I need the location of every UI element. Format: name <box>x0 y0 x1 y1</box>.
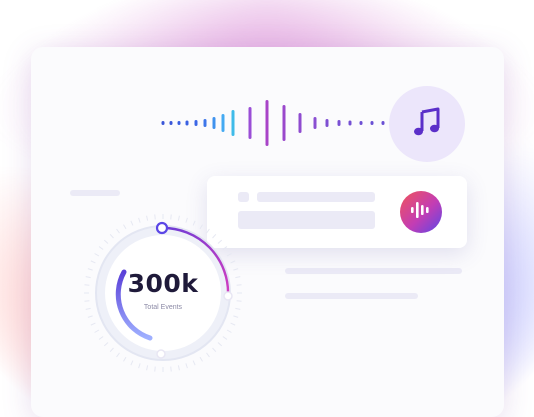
waveform-bar <box>298 113 302 133</box>
placeholder-line-long <box>285 268 462 274</box>
placeholder-line-short <box>70 190 120 196</box>
waveform-bar <box>185 120 189 126</box>
waveform-bar <box>194 120 198 126</box>
event-card-title-line <box>257 192 375 202</box>
waveform-bar <box>265 100 269 146</box>
waveform-bar <box>370 121 374 125</box>
waveform-bar <box>313 117 317 129</box>
waveform-bar <box>348 120 352 126</box>
audio-badge[interactable] <box>400 191 442 233</box>
waveform-bar <box>381 121 385 125</box>
total-events-value: 300k <box>127 269 199 298</box>
waveform-bars <box>161 100 385 146</box>
placeholder-line-medium <box>285 293 418 299</box>
waveform-bar <box>337 120 341 126</box>
waveform-bar <box>177 121 181 125</box>
music-note-icon <box>412 106 442 143</box>
waveform-bar <box>325 119 329 127</box>
event-card-dot <box>238 192 249 202</box>
waveform-bar <box>248 107 252 139</box>
total-events-label: Total Events <box>143 304 183 311</box>
waveform-bar <box>221 114 225 132</box>
total-events-gauge: 300k Total Events <box>80 210 246 376</box>
waveform-bar <box>169 121 173 125</box>
waveform-bar <box>359 121 363 125</box>
waveform-bar <box>203 119 207 127</box>
waveform-bar <box>282 105 286 141</box>
event-card[interactable] <box>207 176 467 248</box>
audio-wave-icon <box>410 200 432 225</box>
waveform-bar <box>161 121 165 125</box>
music-button[interactable] <box>389 86 465 162</box>
waveform-bar <box>231 110 235 136</box>
event-card-subtitle-line <box>238 211 375 229</box>
waveform-bar <box>212 117 216 129</box>
